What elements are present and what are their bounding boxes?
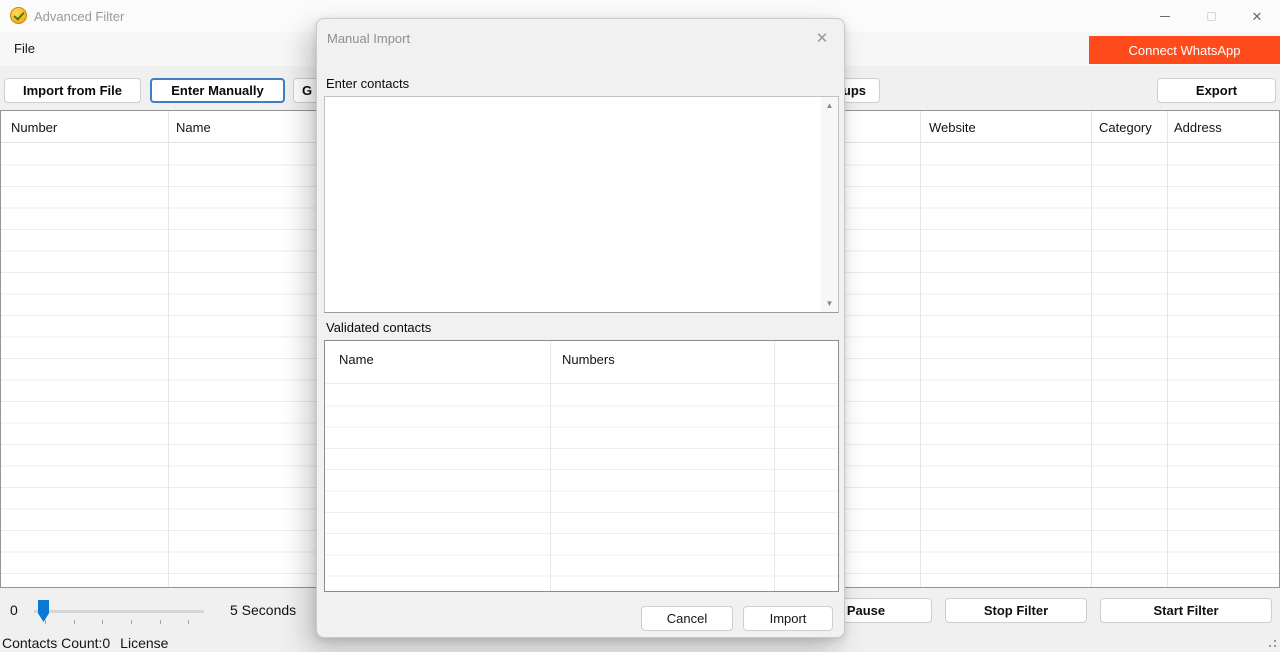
app-window: Advanced Filter ✕ File Connect WhatsApp … [0,0,1280,652]
validated-grid-body [325,385,838,591]
app-icon [10,7,27,24]
validated-contacts-grid: Name Numbers [324,340,839,592]
contacts-textarea[interactable] [325,97,821,312]
slider-tick [102,620,103,624]
delay-slider-thumb[interactable] [38,600,49,622]
export-button[interactable]: Export [1157,78,1276,103]
resize-grip[interactable] [1274,640,1276,642]
column-header-address[interactable]: Address [1174,120,1222,135]
validated-grid-header: Name Numbers [325,341,838,384]
cancel-button[interactable]: Cancel [641,606,733,631]
scroll-up-icon[interactable]: ▲ [821,97,838,114]
slider-tick [188,620,189,624]
maximize-icon [1207,12,1216,21]
grid-column-divider [774,341,775,591]
minimize-icon [1160,16,1170,17]
import-button[interactable]: Import [743,606,833,631]
maximize-button[interactable] [1188,0,1234,32]
grid-column-divider [1167,111,1168,587]
stop-filter-button[interactable]: Stop Filter [945,598,1087,623]
dialog-close-button[interactable]: ✕ [812,28,832,48]
contacts-textbox: ▲ ▼ [324,96,839,313]
grid-column-divider [168,111,169,587]
slider-tick [45,620,46,624]
window-controls: ✕ [1142,0,1280,32]
minimize-button[interactable] [1142,0,1188,32]
column-header-name[interactable]: Name [339,352,374,367]
grid-column-divider [550,341,551,591]
dialog-title: Manual Import [327,31,410,46]
column-header-category[interactable]: Category [1099,120,1152,135]
close-button[interactable]: ✕ [1234,0,1280,32]
start-filter-button[interactable]: Start Filter [1100,598,1272,623]
column-header-number[interactable]: Number [11,120,57,135]
contacts-count-label: Contacts Count:0 [2,635,110,651]
license-label: License [120,635,168,651]
close-icon: ✕ [816,29,829,47]
slider-tick [74,620,75,624]
enter-manually-button[interactable]: Enter Manually [150,78,285,103]
enter-contacts-label: Enter contacts [326,76,409,91]
grid-column-divider [920,111,921,587]
grid-column-divider [1091,111,1092,587]
manual-import-dialog: Manual Import ✕ Enter contacts ▲ ▼ Valid… [316,18,845,638]
delay-seconds-label: 5 Seconds [230,602,296,618]
slider-tick [160,620,161,624]
window-title: Advanced Filter [34,9,124,24]
textarea-scrollbar[interactable]: ▲ ▼ [821,97,838,312]
scroll-down-icon[interactable]: ▼ [821,295,838,312]
column-header-numbers[interactable]: Numbers [562,352,615,367]
menu-file[interactable]: File [14,41,35,56]
delay-slider-track[interactable] [34,610,204,613]
validated-contacts-label: Validated contacts [326,320,431,335]
column-header-name[interactable]: Name [176,120,211,135]
connect-whatsapp-button[interactable]: Connect WhatsApp [1089,36,1280,64]
close-icon: ✕ [1252,10,1263,23]
import-from-file-button[interactable]: Import from File [4,78,141,103]
slider-min-label: 0 [10,602,18,618]
slider-tick [131,620,132,624]
column-header-website[interactable]: Website [929,120,976,135]
